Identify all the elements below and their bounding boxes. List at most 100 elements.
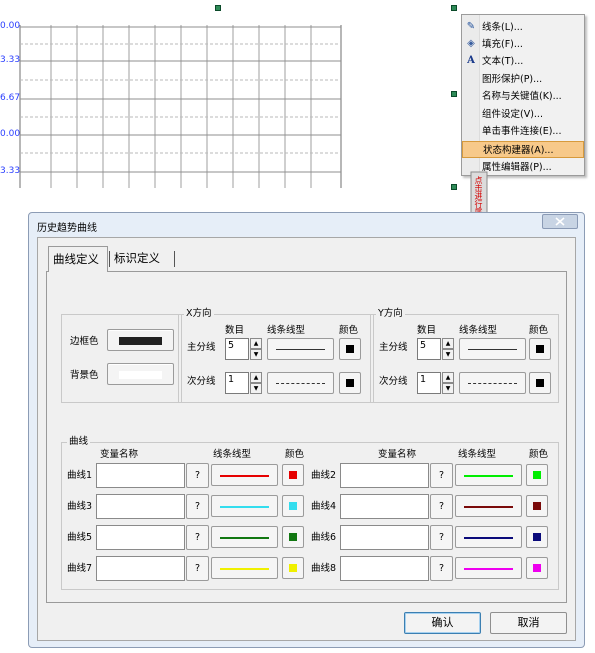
- y-main-color-button[interactable]: [529, 338, 551, 360]
- curve-linetype-button[interactable]: [211, 464, 278, 486]
- curve-linetype-button[interactable]: [211, 557, 278, 579]
- y-main-label: 主分线: [379, 342, 408, 353]
- x-main-count-spinner[interactable]: 5 ▲ ▼: [225, 338, 262, 360]
- menu-item[interactable]: ◈ 填充(F)...: [462, 36, 584, 53]
- curve-line-preview: [464, 506, 513, 508]
- curve-variable-field[interactable]: [96, 525, 185, 550]
- x-minor-count-spinner[interactable]: 1 ▲ ▼: [225, 372, 262, 394]
- x-minor-count-field[interactable]: 1: [225, 372, 249, 394]
- curve-variable-picker-button[interactable]: ?: [186, 525, 209, 550]
- resize-handle-top[interactable]: [215, 5, 221, 11]
- y-minor-count-spinner[interactable]: 1 ▲ ▼: [417, 372, 454, 394]
- color-swatch: [346, 345, 354, 353]
- curve-variable-picker-button[interactable]: ?: [430, 556, 453, 581]
- curve-variable-field[interactable]: [340, 525, 429, 550]
- close-icon: [555, 217, 565, 226]
- x-main-color-button[interactable]: [339, 338, 361, 360]
- curve-variable-picker-button[interactable]: ?: [186, 494, 209, 519]
- curve-color-button[interactable]: [526, 464, 548, 486]
- curve-linetype-button[interactable]: [455, 557, 522, 579]
- menu-item[interactable]: 图形保护(P)...: [462, 71, 584, 88]
- curve-label: 曲线4: [311, 501, 337, 512]
- curve-variable-field[interactable]: [340, 463, 429, 488]
- spin-up-icon[interactable]: ▲: [442, 338, 454, 349]
- curve-color-button[interactable]: [526, 495, 548, 517]
- menu-item-label: 状态构建器(A)...: [483, 145, 554, 156]
- ok-button[interactable]: 确认: [404, 612, 481, 634]
- curve-label: 曲线6: [311, 532, 337, 543]
- x-main-count-field[interactable]: 5: [225, 338, 249, 360]
- tab-curve-definition[interactable]: 曲线定义: [48, 246, 108, 272]
- border-color-button[interactable]: [107, 329, 174, 351]
- curve-linetype-button[interactable]: [455, 464, 522, 486]
- curve-color-button[interactable]: [526, 526, 548, 548]
- trend-chart-preview[interactable]: 0.00 3.33 6.67 0.00 3.33: [0, 0, 457, 200]
- x-minor-color-button[interactable]: [339, 372, 361, 394]
- spin-down-icon[interactable]: ▼: [250, 383, 262, 394]
- color-swatch: [346, 379, 354, 387]
- y-minor-count-field[interactable]: 1: [417, 372, 441, 394]
- curve-color-button[interactable]: [282, 464, 304, 486]
- menu-item[interactable]: 单击事件连接(E)...: [462, 123, 584, 140]
- spin-up-icon[interactable]: ▲: [442, 372, 454, 383]
- y-minor-linetype-button[interactable]: [459, 372, 526, 394]
- curve-variable-field[interactable]: [340, 556, 429, 581]
- menu-item-label: 名称与关键值(K)...: [482, 91, 562, 102]
- color-swatch: [289, 471, 297, 479]
- menu-item[interactable]: 状态构建器(A)...: [462, 141, 584, 158]
- menu-item[interactable]: ✎ 线条(L)...: [462, 19, 584, 36]
- x-main-linetype-button[interactable]: [267, 338, 334, 360]
- color-swatch: [533, 502, 541, 510]
- curve-variable-picker-button[interactable]: ?: [186, 463, 209, 488]
- menu-item[interactable]: 组件设定(V)...: [462, 106, 584, 123]
- curve-variable-picker-button[interactable]: ?: [186, 556, 209, 581]
- context-menu: ✎ 线条(L)... ◈ 填充(F)... A 文本(T)... 图形保护(P)... 名称与…: [461, 14, 585, 176]
- spin-up-icon[interactable]: ▲: [250, 338, 262, 349]
- y-main-count-spinner[interactable]: 5 ▲ ▼: [417, 338, 454, 360]
- curve-color-button[interactable]: [282, 495, 304, 517]
- y-count-header: 数目: [417, 325, 437, 336]
- menu-item[interactable]: A 文本(T)...: [462, 53, 584, 70]
- background-color-swatch: [119, 371, 162, 379]
- curve-label: 曲线3: [67, 501, 93, 512]
- color-header-right: 颜色: [529, 449, 549, 460]
- cancel-button[interactable]: 取消: [490, 612, 567, 634]
- close-button[interactable]: [542, 214, 578, 229]
- curve-variable-field[interactable]: [96, 494, 185, 519]
- fill-bucket-icon: ◈: [467, 38, 475, 49]
- color-swatch: [533, 471, 541, 479]
- y-minor-color-button[interactable]: [529, 372, 551, 394]
- curve-linetype-button[interactable]: [455, 526, 522, 548]
- curve-linetype-button[interactable]: [211, 526, 278, 548]
- color-swatch: [289, 533, 297, 541]
- y-main-count-field[interactable]: 5: [417, 338, 441, 360]
- spin-down-icon[interactable]: ▼: [442, 383, 454, 394]
- curve-color-button[interactable]: [526, 557, 548, 579]
- curve-variable-picker-button[interactable]: ?: [430, 494, 453, 519]
- y-minor-label: 次分线: [379, 376, 408, 387]
- curve-variable-field[interactable]: [96, 463, 185, 488]
- tab-mark-definition[interactable]: 标识定义: [110, 246, 174, 272]
- x-color-header: 颜色: [339, 325, 359, 336]
- curve-color-button[interactable]: [282, 557, 304, 579]
- spin-down-icon[interactable]: ▼: [442, 349, 454, 360]
- spin-up-icon[interactable]: ▲: [250, 372, 262, 383]
- menu-item[interactable]: 名称与关键值(K)...: [462, 88, 584, 105]
- curve-variable-picker-button[interactable]: ?: [430, 463, 453, 488]
- curve-variable-field[interactable]: [96, 556, 185, 581]
- x-minor-linetype-button[interactable]: [267, 372, 334, 394]
- curve-linetype-button[interactable]: [455, 495, 522, 517]
- color-swatch: [289, 502, 297, 510]
- curve-color-button[interactable]: [282, 526, 304, 548]
- resize-handle-right[interactable]: [451, 91, 457, 97]
- linetype-header-left: 线条线型: [213, 449, 252, 460]
- menu-item-label: 填充(F)...: [482, 39, 523, 50]
- resize-handle-top-right[interactable]: [451, 5, 457, 11]
- tab-separator: [174, 251, 175, 267]
- spin-down-icon[interactable]: ▼: [250, 349, 262, 360]
- y-main-linetype-button[interactable]: [459, 338, 526, 360]
- curve-variable-field[interactable]: [340, 494, 429, 519]
- curve-linetype-button[interactable]: [211, 495, 278, 517]
- curve-variable-picker-button[interactable]: ?: [430, 525, 453, 550]
- background-color-button[interactable]: [107, 363, 174, 385]
